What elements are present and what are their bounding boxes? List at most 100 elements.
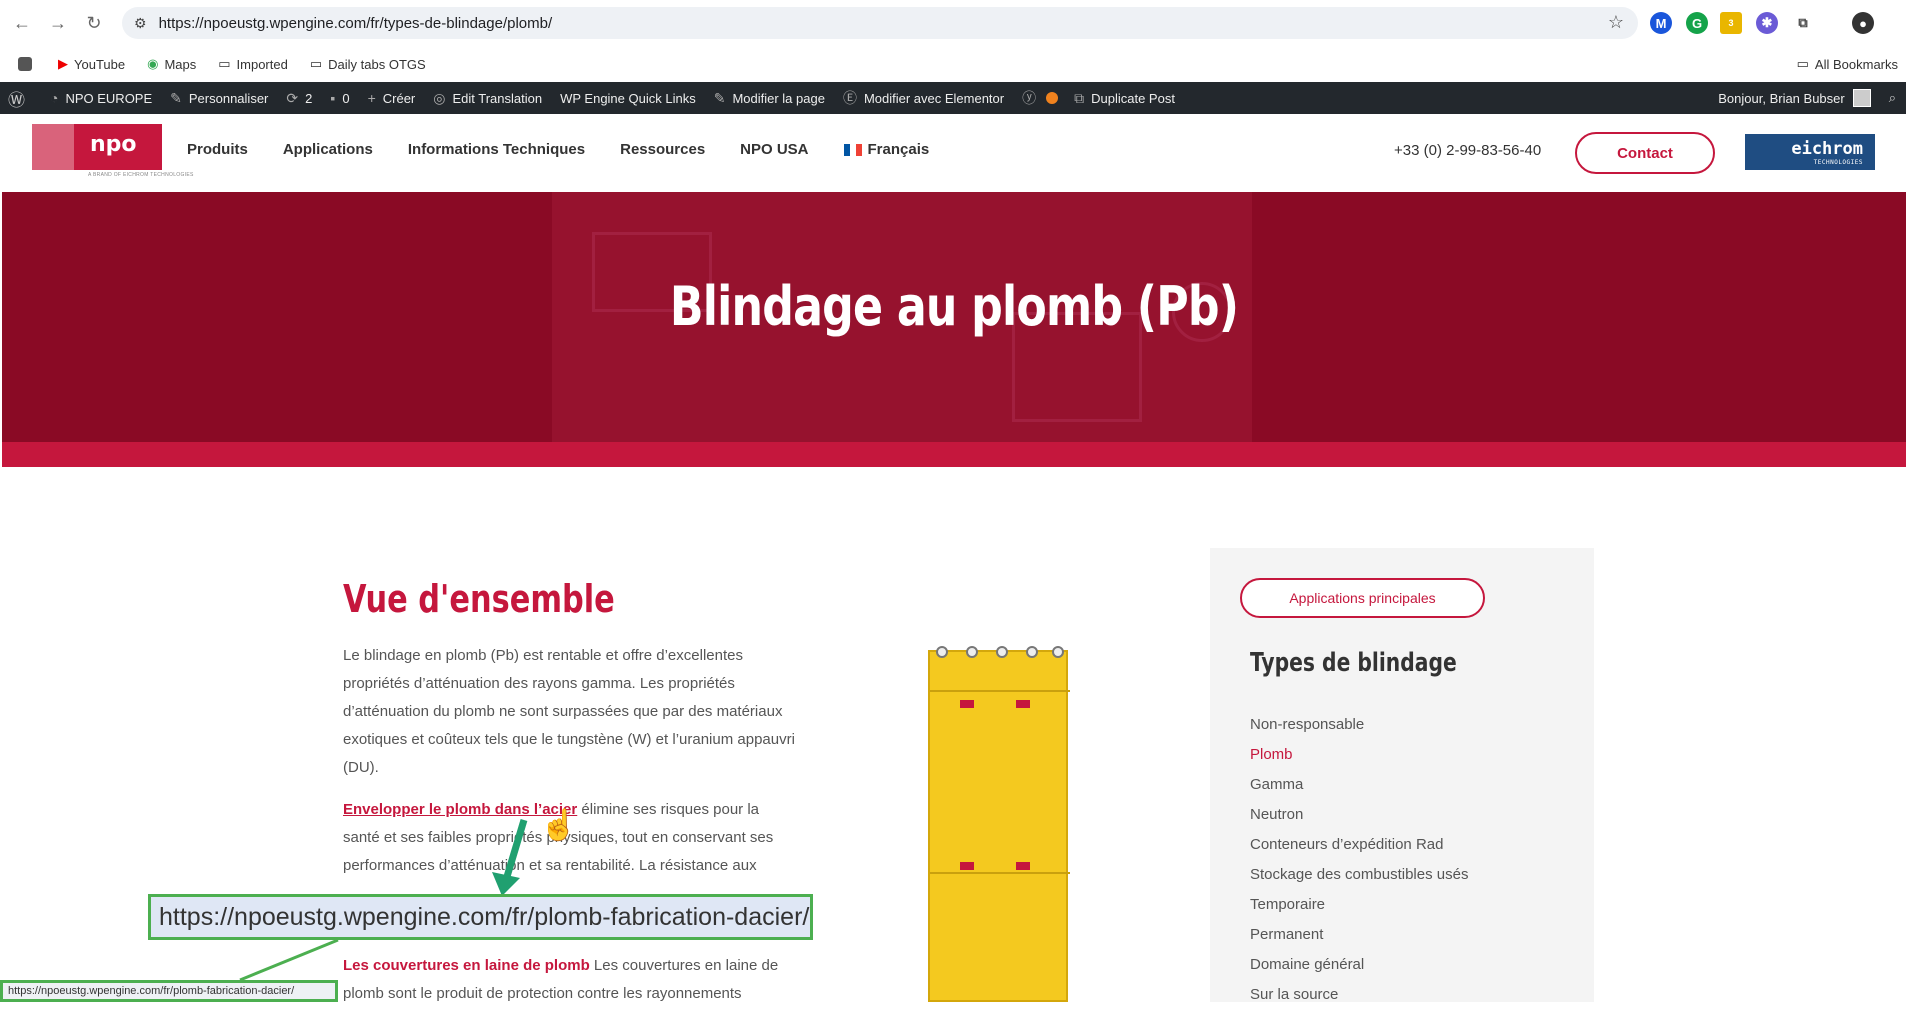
hero-strip (2, 442, 1906, 467)
bookmark-label: YouTube (74, 56, 126, 72)
grommet (1052, 646, 1064, 658)
bookmark-daily-tabs[interactable]: ▭ Daily tabs OTGS (310, 56, 426, 72)
comment-icon: ▪ (330, 90, 336, 106)
logo-subtitle: A BRAND OF EICHROM TECHNOLOGIES (88, 172, 194, 178)
admin-account[interactable]: Bonjour, Brian Bubser ⌕ (1718, 82, 1896, 114)
pencil-icon: ✎ (713, 89, 726, 106)
eichrom-logo[interactable]: eichrom TECHNOLOGIES (1745, 134, 1875, 170)
menu-npo-usa[interactable]: NPO USA (740, 141, 808, 158)
lead-blanket-product-image (928, 646, 1070, 1002)
grommet (1026, 646, 1038, 658)
apps-icon[interactable] (18, 57, 32, 71)
folder-icon: ▭ (1796, 56, 1809, 71)
youtube-icon: ▶ (58, 56, 68, 71)
updates-icon: ⟳ (286, 89, 299, 106)
all-bookmarks[interactable]: ▭ All Bookmarks (1797, 46, 1898, 82)
eichrom-subtext: TECHNOLOGIES (1813, 158, 1863, 166)
site-header: npo A BRAND OF EICHROM TECHNOLOGIES Prod… (0, 114, 1906, 192)
forward-icon[interactable]: → (44, 9, 72, 37)
extension-badge-icon[interactable]: 3 (1720, 12, 1742, 34)
sidebar-item-domaine-general[interactable]: Domaine général (1250, 950, 1468, 980)
duplicate-icon: ⧉ (1074, 89, 1085, 106)
sidebar-item-stockage[interactable]: Stockage des combustibles usés (1250, 860, 1468, 890)
language-label: Français (867, 140, 930, 158)
menu-informations-techniques[interactable]: Informations Techniques (408, 141, 585, 158)
admin-new[interactable]: + Créer (368, 90, 416, 106)
admin-customize[interactable]: ✎ Personnaliser (170, 90, 268, 107)
dashboard-icon: ◔ (50, 90, 59, 106)
section-heading: Vue d'ensemble (343, 577, 615, 621)
seo-status-dot (1046, 92, 1059, 104)
admin-elementor-label: Modifier avec Elementor (863, 90, 1005, 106)
extensions-puzzle-icon[interactable]: ⧉ (1792, 12, 1814, 34)
lead-wool-link[interactable]: Les couvertures en laine de plomb (343, 957, 590, 974)
admin-wpengine[interactable]: WP Engine Quick Links (560, 91, 696, 106)
address-bar[interactable]: ⚙ https://npoeustg.wpengine.com/fr/types… (122, 7, 1638, 39)
all-bookmarks-label: All Bookmarks (1814, 56, 1898, 72)
menu-ressources[interactable]: Ressources (620, 141, 705, 158)
phone-number[interactable]: +33 (0) 2-99-83-56-40 (1394, 142, 1541, 159)
sidebar-item-gamma[interactable]: Gamma (1250, 770, 1468, 800)
sidebar-item-neutron[interactable]: Neutron (1250, 800, 1468, 830)
yoast-icon[interactable]: ⓨ (1022, 88, 1036, 108)
link-url-callout: https://npoeustg.wpengine.com/fr/plomb-f… (148, 894, 813, 940)
seam (930, 872, 1070, 874)
back-icon[interactable]: ← (8, 9, 36, 37)
admin-edit-translation[interactable]: ◎ Edit Translation (433, 90, 542, 107)
admin-site-label: NPO EUROPE (65, 90, 153, 106)
contact-button[interactable]: Contact (1575, 132, 1715, 174)
bookmark-label: Daily tabs OTGS (328, 56, 426, 72)
reload-icon[interactable]: ↻ (80, 9, 108, 37)
sidebar-heading: Types de blindage (1250, 648, 1457, 678)
bookmark-youtube[interactable]: ▶ YouTube (58, 56, 125, 72)
npo-logo[interactable]: npo (32, 124, 162, 170)
admin-search-icon[interactable]: ⌕ (1889, 90, 1896, 106)
bookmarks-bar: ▶ YouTube ◉ Maps ▭ Imported ▭ Daily tabs OTG… (0, 46, 1906, 82)
sidebar-item-sur-la-source[interactable]: Sur la source (1250, 980, 1468, 1010)
sidebar-item-temporaire[interactable]: Temporaire (1250, 890, 1468, 920)
address-url[interactable]: https://npoeustg.wpengine.com/fr/types-d… (159, 15, 553, 32)
folder-icon: ▭ (309, 56, 323, 71)
applications-principales-button[interactable]: Applications principales (1240, 578, 1485, 618)
admin-edit-page-label: Modifier la page (732, 90, 825, 106)
admin-duplicate[interactable]: ⧉ Duplicate Post (1074, 90, 1175, 107)
grommet (996, 646, 1008, 658)
maps-pin-icon: ◉ (147, 56, 159, 71)
grammarly-icon[interactable]: G (1686, 12, 1708, 34)
bookmark-maps[interactable]: ◉ Maps (147, 56, 196, 72)
menu-language[interactable]: Français (843, 140, 930, 158)
label-tag (1016, 862, 1030, 870)
profile-avatar[interactable]: ● (1852, 12, 1874, 34)
malwarebytes-icon[interactable]: M (1650, 12, 1672, 34)
wordpress-logo-icon[interactable]: Ⓦ (8, 86, 32, 111)
french-flag-icon (843, 143, 862, 156)
menu-applications[interactable]: Applications (283, 141, 373, 158)
admin-edit-page[interactable]: ✎ Modifier la page (714, 90, 825, 107)
site-info-icon[interactable]: ⚙ (134, 15, 147, 32)
bookmark-imported[interactable]: ▭ Imported (218, 56, 288, 72)
hand-cursor-icon: ☝ (540, 809, 578, 842)
page-title: Blindage au plomb (Pb) (669, 275, 1239, 338)
logo-text: npo (90, 132, 137, 157)
folder-icon: ▭ (218, 56, 231, 71)
translation-icon: ◎ (433, 89, 446, 106)
overview-paragraph: Le blindage en plomb (Pb) est rentable e… (343, 647, 795, 776)
admin-elementor[interactable]: Ⓔ Modifier avec Elementor (843, 88, 1004, 108)
sidebar-item-conteneurs[interactable]: Conteneurs d’expédition Rad (1250, 830, 1468, 860)
sidebar-item-non-responsable[interactable]: Non-responsable (1250, 710, 1468, 740)
bookmark-label: Maps (164, 56, 197, 72)
admin-updates[interactable]: ⟳ 2 (286, 90, 312, 107)
sidebar-item-plomb[interactable]: Plomb (1250, 740, 1468, 770)
sparkle-extension-icon[interactable]: ✱ (1756, 12, 1778, 34)
bookmark-star-icon[interactable]: ☆ (1608, 12, 1624, 33)
admin-new-label: Créer (382, 90, 416, 106)
wool-paragraph: Les couvertures en laine de plomb Les co… (343, 952, 798, 1008)
extension-badge-count: 3 (1728, 18, 1734, 28)
sidebar-item-permanent[interactable]: Permanent (1250, 920, 1468, 950)
hero-banner: Blindage au plomb (Pb) (2, 192, 1906, 442)
admin-site-name[interactable]: ◔ NPO EUROPE (50, 90, 152, 106)
label-tag (1016, 700, 1030, 708)
eichrom-text: eichrom (1791, 138, 1863, 159)
admin-comments[interactable]: ▪ 0 (330, 90, 349, 106)
menu-produits[interactable]: Produits (187, 141, 248, 158)
